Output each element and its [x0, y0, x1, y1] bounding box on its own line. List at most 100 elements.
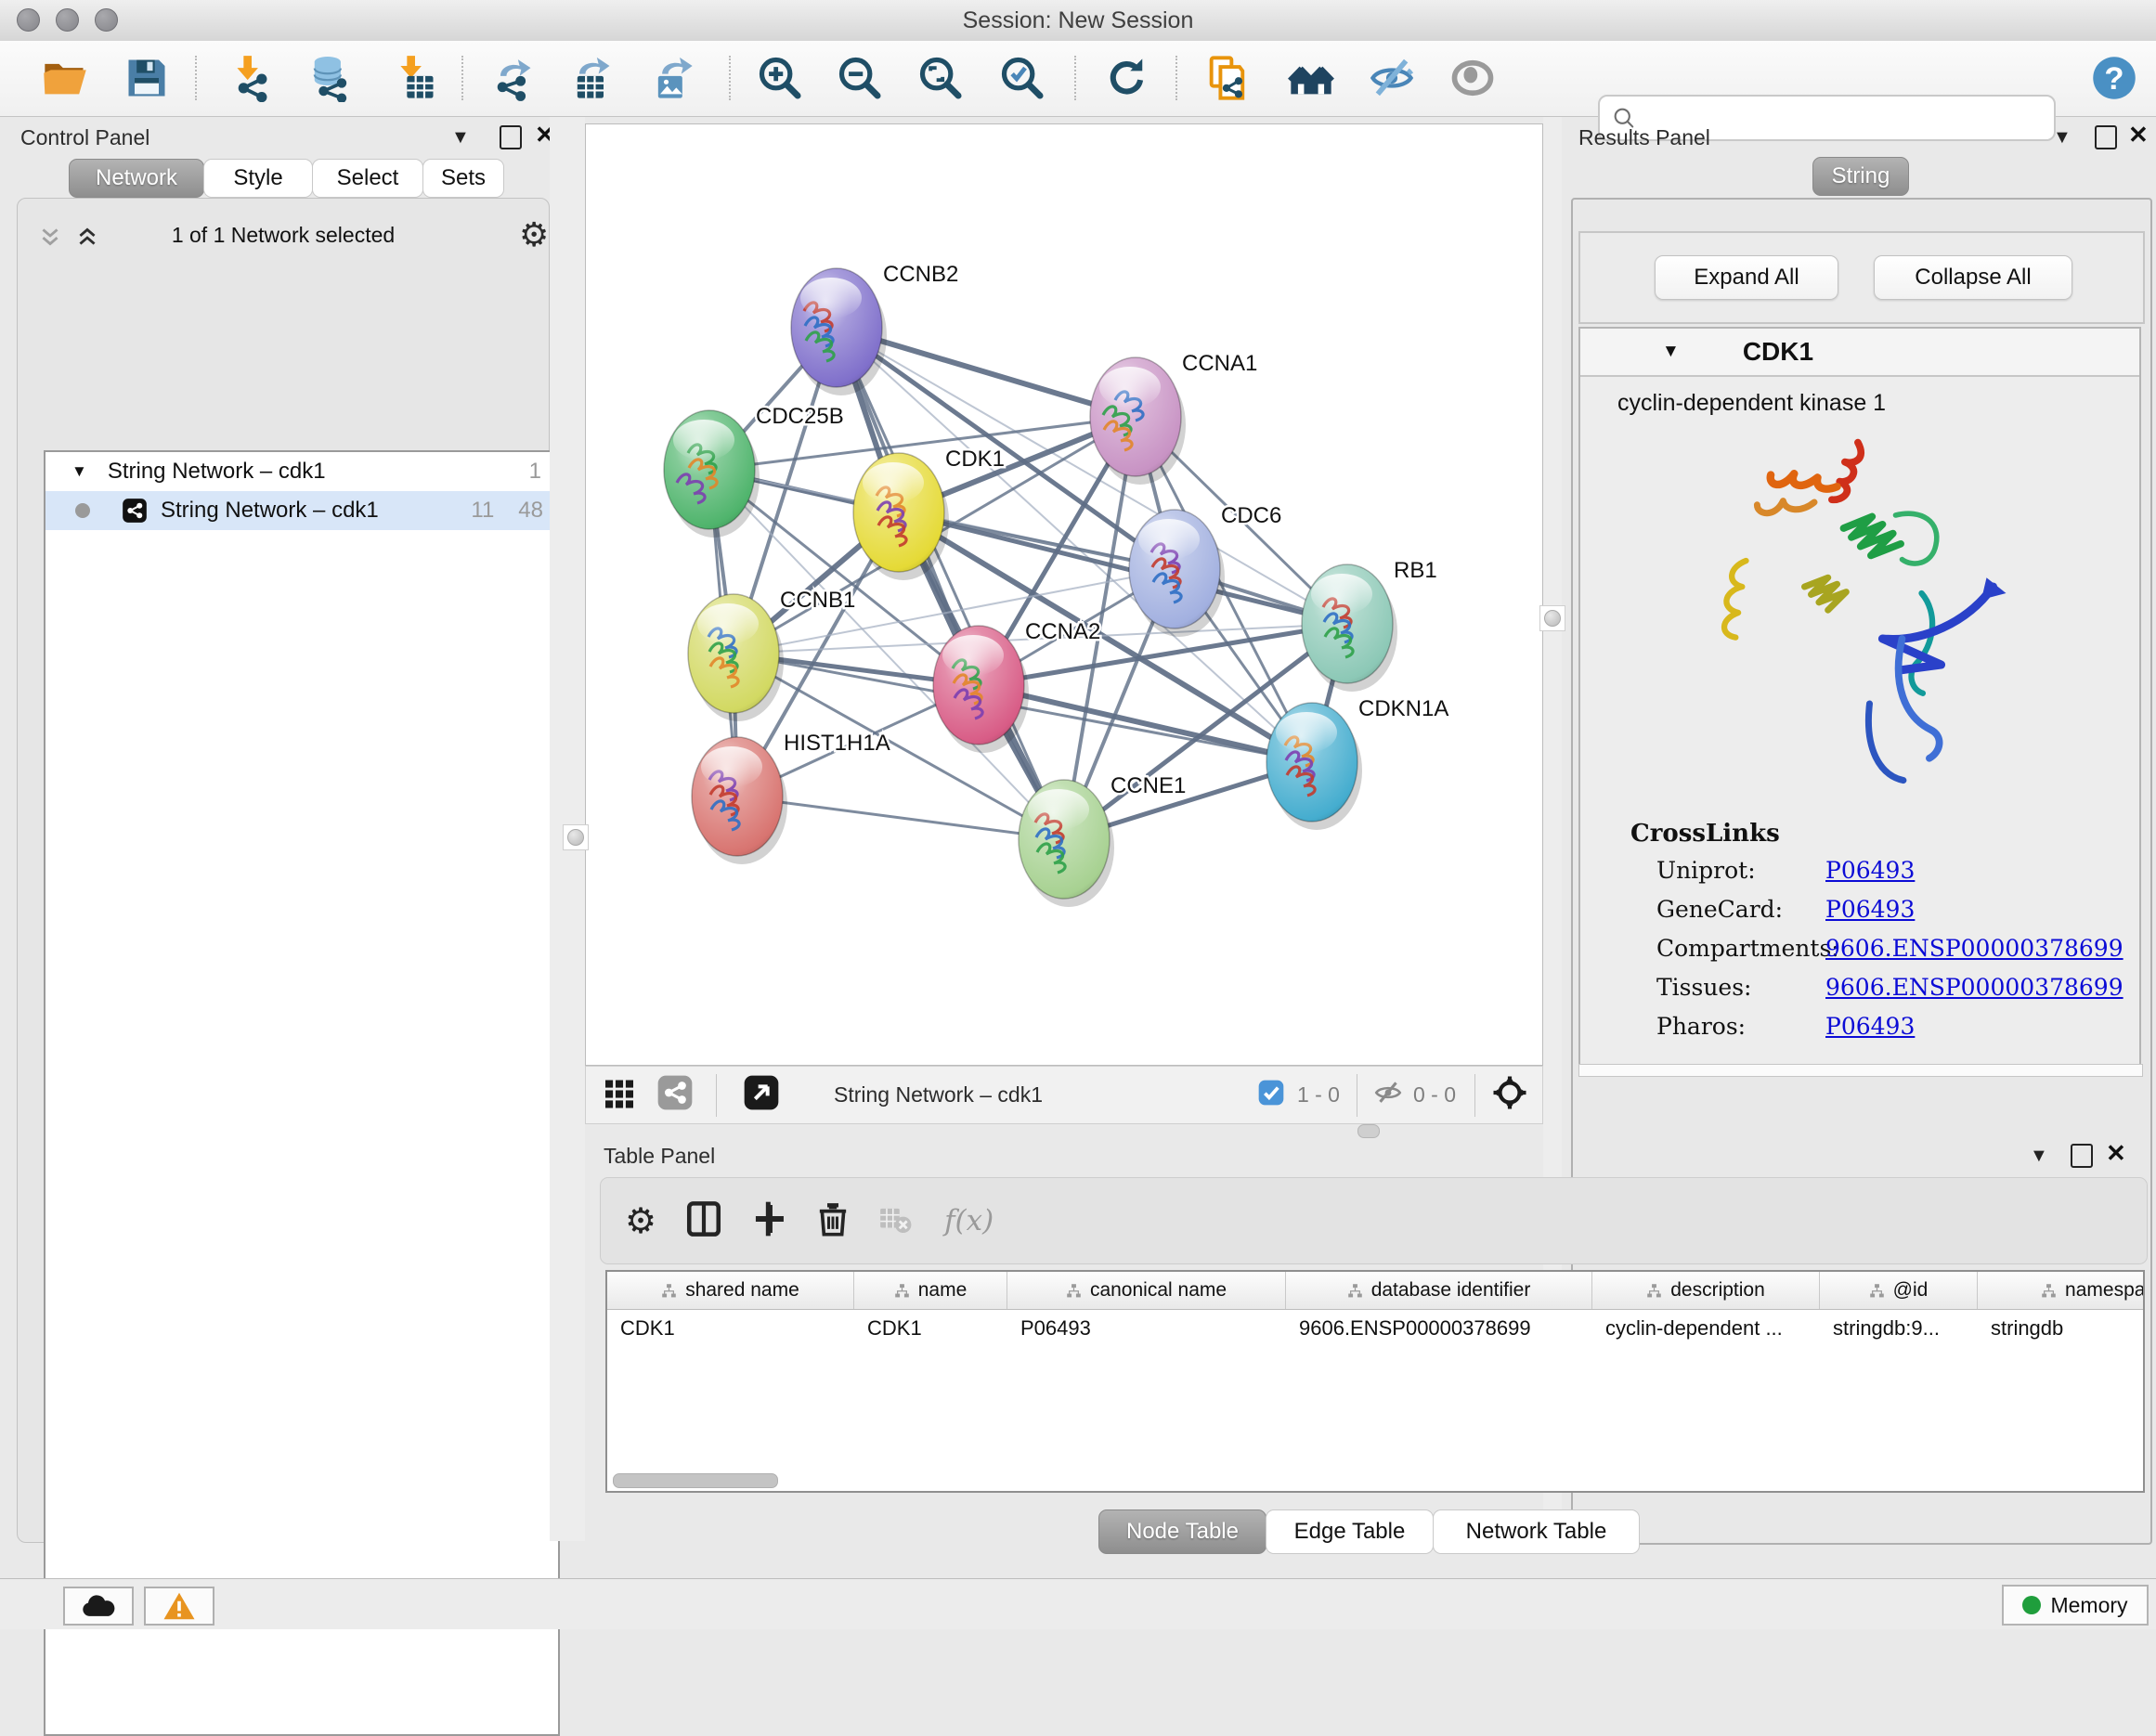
- network-canvas[interactable]: CCNB2CCNA1CDC25BCDK1CDC6RB1CCNB1CCNA2CDK…: [585, 123, 1543, 1066]
- table-options-gear-icon[interactable]: ⚙: [625, 1200, 656, 1242]
- float-panel-icon[interactable]: ▼: [451, 127, 470, 149]
- zoom-in-button[interactable]: [752, 50, 808, 106]
- column-header-name[interactable]: name: [854, 1272, 1007, 1309]
- tree-expand-arrow-icon[interactable]: ▼: [71, 462, 87, 481]
- collapse-all-button[interactable]: Collapse All: [1874, 255, 2072, 300]
- column-header-database-identifier[interactable]: database identifier: [1286, 1272, 1592, 1309]
- tab-string[interactable]: String: [1812, 157, 1909, 196]
- column-header-description[interactable]: description: [1592, 1272, 1820, 1309]
- zoom-fit-button[interactable]: [913, 50, 968, 106]
- network-node-HIST1H1A[interactable]: HIST1H1A: [692, 731, 890, 864]
- table-row[interactable]: CDK1CDK1P064939606.ENSP00000378699cyclin…: [607, 1310, 2143, 1347]
- maximize-panel-icon[interactable]: [500, 125, 522, 149]
- tab-style[interactable]: Style: [203, 159, 313, 198]
- export-image-button[interactable]: [644, 50, 700, 106]
- maximize-panel-icon[interactable]: [2095, 125, 2117, 149]
- crosslink-link[interactable]: 9606.ENSP00000378699: [1825, 974, 2124, 1001]
- statusbar-separator: [1474, 1074, 1475, 1117]
- add-column-icon[interactable]: [751, 1200, 788, 1242]
- import-network-from-file-button[interactable]: [224, 50, 279, 106]
- left-splitter-handle[interactable]: [563, 824, 589, 850]
- open-session-button[interactable]: [37, 50, 93, 106]
- node-label-CCNA1: CCNA1: [1182, 351, 1257, 376]
- network-options-gear-icon[interactable]: ⚙: [519, 215, 549, 254]
- expand-all-button[interactable]: Expand All: [1655, 255, 1838, 300]
- protein-card-header[interactable]: ▼ CDK1: [1580, 329, 2139, 377]
- grid-view-icon[interactable]: [603, 1076, 636, 1114]
- show-all-button[interactable]: [1445, 50, 1500, 106]
- column-header-namespac[interactable]: namespac: [1978, 1272, 2145, 1309]
- crosslink-link[interactable]: 9606.ENSP00000378699: [1825, 935, 2124, 962]
- tab-edge-table[interactable]: Edge Table: [1266, 1509, 1434, 1554]
- memory-button[interactable]: Memory: [2002, 1585, 2149, 1626]
- export-network-button[interactable]: [485, 50, 540, 106]
- close-panel-icon[interactable]: ✕: [2106, 1144, 2126, 1162]
- crosslink-link[interactable]: P06493: [1825, 857, 1915, 884]
- collapse-arrow-icon[interactable]: ▼: [1662, 342, 1680, 362]
- column-label: @id: [1893, 1279, 1929, 1302]
- zoom-out-button[interactable]: [832, 50, 888, 106]
- column-header-canonical-name[interactable]: canonical name: [1007, 1272, 1286, 1309]
- network-node-CCNA1[interactable]: CCNA1: [1090, 351, 1257, 485]
- crosslink-link[interactable]: P06493: [1825, 1013, 1915, 1040]
- network-node-CCNB1[interactable]: CCNB1: [688, 588, 855, 721]
- import-network-from-database-button[interactable]: [302, 50, 357, 106]
- close-panel-icon[interactable]: ✕: [2128, 125, 2149, 144]
- network-node-CCNB2[interactable]: CCNB2: [791, 262, 958, 395]
- table-cell: cyclin-dependent ...: [1592, 1310, 1820, 1347]
- selected-checkbox-icon[interactable]: [1256, 1078, 1286, 1112]
- results-buttons-box: Expand All Collapse All: [1578, 231, 2145, 324]
- hide-selection-button[interactable]: [1364, 50, 1420, 106]
- network-node-CDC25B[interactable]: CDC25B: [664, 404, 844, 538]
- show-columns-icon[interactable]: [684, 1199, 723, 1243]
- next-result-card-edge: [1578, 1064, 2143, 1077]
- tab-network-table[interactable]: Network Table: [1433, 1509, 1640, 1554]
- open-view-in-window-icon[interactable]: [743, 1074, 780, 1116]
- help-button[interactable]: ?: [2086, 50, 2142, 106]
- refresh-button[interactable]: [1099, 50, 1155, 106]
- tab-sets[interactable]: Sets: [422, 159, 504, 198]
- table-horizontal-scrollbar[interactable]: [613, 1473, 2137, 1488]
- tab-select[interactable]: Select: [312, 159, 423, 198]
- crosslink-link[interactable]: P06493: [1825, 896, 1915, 923]
- string-app-icon[interactable]: [656, 1074, 694, 1116]
- zoom-selected-button[interactable]: [994, 50, 1050, 106]
- view-status-dot-icon: [75, 503, 90, 518]
- control-panel-tabs: NetworkStyleSelectSets: [69, 159, 503, 198]
- crosslink-row: Tissues:9606.ENSP00000378699: [1656, 974, 2139, 1001]
- network-row-selected[interactable]: String Network – cdk11148: [45, 491, 558, 530]
- column-header--id[interactable]: @id: [1820, 1272, 1978, 1309]
- bottom-splitter[interactable]: [585, 1124, 1543, 1136]
- delete-table-icon[interactable]: [877, 1201, 913, 1241]
- float-panel-icon[interactable]: ▼: [2030, 1146, 2048, 1167]
- delete-column-trash-icon[interactable]: [814, 1200, 851, 1242]
- network-node-CDC6[interactable]: CDC6: [1129, 503, 1281, 637]
- zoom-in-icon: [756, 54, 804, 102]
- left-splitter[interactable]: [550, 117, 585, 1541]
- tab-network[interactable]: Network: [69, 159, 204, 198]
- new-network-from-selection-button[interactable]: [1200, 50, 1255, 106]
- column-header-shared-name[interactable]: shared name: [607, 1272, 854, 1309]
- scrollbar-thumb[interactable]: [613, 1473, 778, 1488]
- export-table-button[interactable]: [564, 50, 619, 106]
- network-graph[interactable]: CCNB2CCNA1CDC25BCDK1CDC6RB1CCNB1CCNA2CDK…: [586, 124, 1542, 1065]
- first-neighbors-button[interactable]: [1283, 50, 1339, 106]
- network-node-CCNE1[interactable]: CCNE1: [1019, 773, 1186, 907]
- float-panel-icon[interactable]: ▼: [2053, 127, 2072, 149]
- maximize-panel-icon[interactable]: [2071, 1144, 2093, 1168]
- birds-eye-crosshair-icon[interactable]: [1490, 1073, 1529, 1117]
- network-node-RB1[interactable]: RB1: [1302, 558, 1437, 692]
- warning-icon: [162, 1591, 196, 1621]
- import-table-from-file-button[interactable]: [387, 50, 443, 106]
- function-builder-button[interactable]: f(x): [944, 1204, 994, 1237]
- hidden-eye-slash-icon[interactable]: [1372, 1077, 1404, 1113]
- svg-text:?: ?: [2104, 61, 2124, 97]
- save-session-button[interactable]: [119, 50, 175, 106]
- tab-node-table[interactable]: Node Table: [1098, 1509, 1266, 1554]
- import-table-icon: [391, 54, 439, 102]
- cloud-status-button[interactable]: [63, 1587, 134, 1626]
- node-table[interactable]: shared namenamecanonical namedatabase id…: [605, 1270, 2145, 1493]
- network-node-CDKN1A[interactable]: CDKN1A: [1266, 696, 1448, 830]
- network-collection-row[interactable]: ▼String Network – cdk11: [45, 452, 558, 491]
- warning-status-button[interactable]: [144, 1587, 214, 1626]
